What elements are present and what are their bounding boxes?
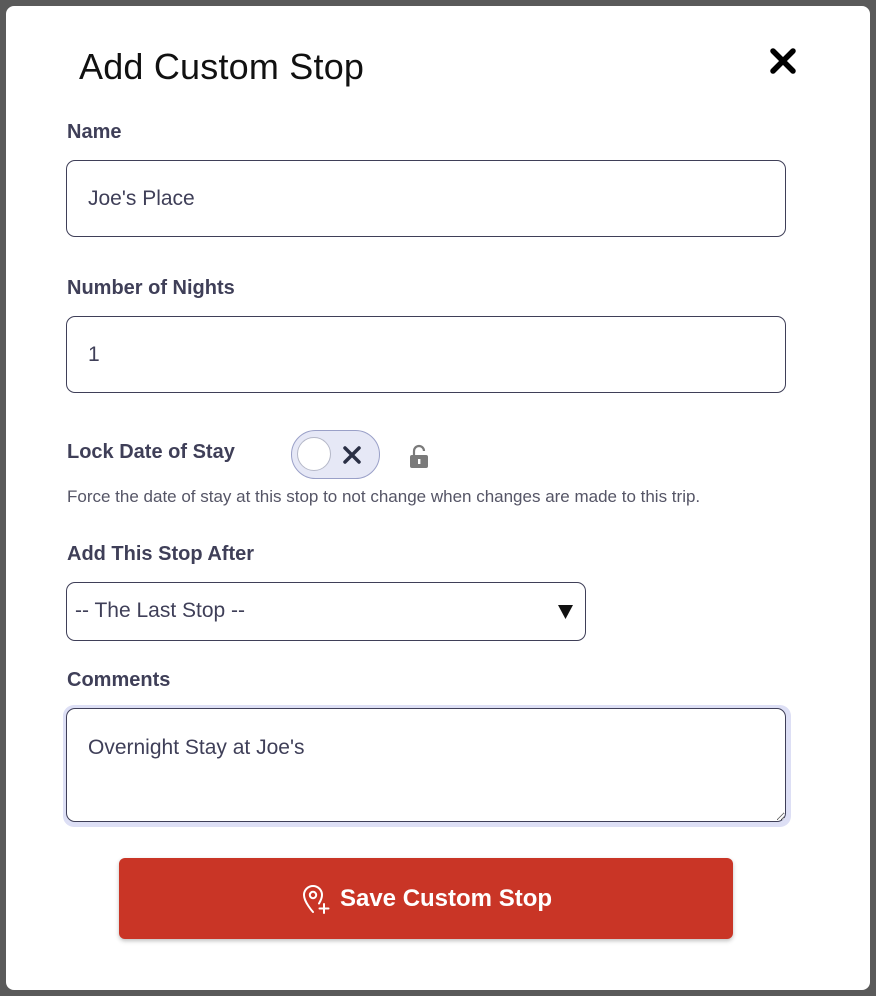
save-button-label: Save Custom Stop	[339, 884, 553, 912]
lock-date-label: Lock Date of Stay	[67, 441, 235, 463]
unlocked-lock-icon	[408, 444, 430, 470]
save-custom-stop-button[interactable]: Save Custom Stop	[119, 858, 733, 939]
add-after-select[interactable]: -- The Last Stop --	[66, 582, 586, 641]
add-custom-stop-dialog: Add Custom Stop Name Number of Nights Lo…	[6, 6, 870, 990]
lock-date-toggle[interactable]	[291, 430, 380, 479]
comments-textarea[interactable]: Overnight Stay at Joe's	[66, 708, 786, 822]
comments-label: Comments	[67, 669, 171, 691]
number-of-nights-label: Number of Nights	[67, 277, 235, 299]
dialog-title: Add Custom Stop	[79, 46, 365, 87]
caret-down-icon	[557, 603, 574, 620]
name-label: Name	[67, 121, 122, 143]
close-icon[interactable]	[768, 46, 798, 76]
comments-focus-ring: Overnight Stay at Joe's	[63, 705, 791, 827]
add-after-selected-value: -- The Last Stop --	[75, 599, 246, 622]
number-of-nights-input[interactable]	[66, 316, 786, 393]
name-input[interactable]	[66, 160, 786, 237]
add-location-pin-icon	[300, 883, 332, 915]
toggle-knob	[297, 437, 331, 471]
add-after-label: Add This Stop After	[67, 543, 255, 565]
lock-date-help-text: Force the date of stay at this stop to n…	[67, 487, 701, 506]
x-icon	[342, 445, 362, 465]
